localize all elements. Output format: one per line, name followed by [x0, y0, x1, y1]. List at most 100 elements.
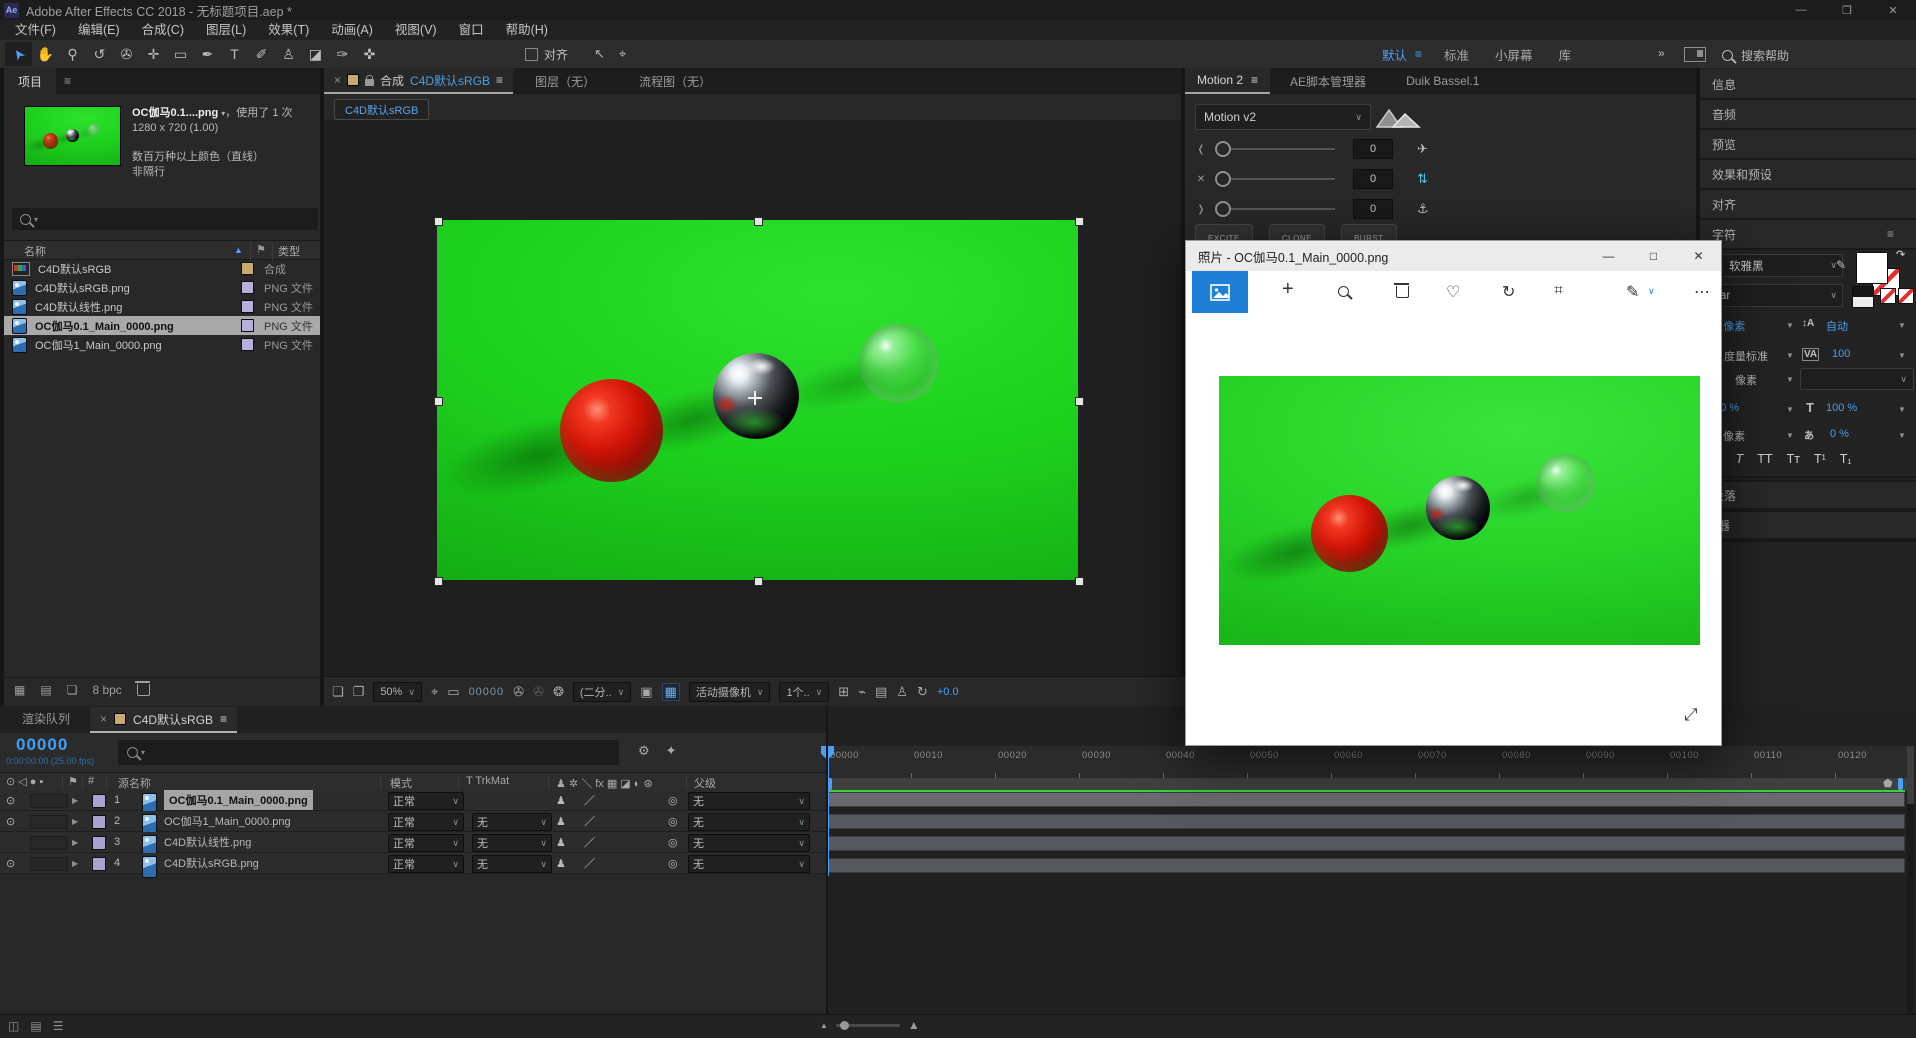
- mode-dropdown[interactable]: 正常∨: [388, 855, 464, 873]
- source-name-column[interactable]: 源名称: [118, 775, 151, 791]
- dropdown-arrow-icon[interactable]: ▼: [1786, 405, 1794, 414]
- no-fill-swatch[interactable]: [1880, 288, 1896, 304]
- dropdown-arrow-icon[interactable]: ▼: [1786, 431, 1794, 440]
- favorite-button[interactable]: ♡: [1446, 282, 1460, 302]
- project-search-input[interactable]: ▾: [12, 208, 318, 230]
- tab-duik[interactable]: Duik Bassel.1: [1386, 74, 1499, 88]
- layer-row[interactable]: ⊙▶4C4D默认sRGB.png正常∨无∨♟／◎无∨: [0, 853, 826, 874]
- minimize-button[interactable]: —: [1778, 0, 1824, 20]
- quality-switch[interactable]: ♟: [556, 790, 566, 810]
- panel-menu-icon[interactable]: ≡: [496, 73, 503, 87]
- pan-behind-tool[interactable]: ✛: [140, 42, 167, 66]
- visibility-toggle[interactable]: ⊙: [6, 811, 15, 831]
- grid-guides-icon[interactable]: ⌖: [431, 684, 438, 700]
- panel-header-paragraph[interactable]: 段落: [1700, 480, 1916, 510]
- draft-3d-icon[interactable]: ✦: [666, 743, 677, 759]
- panel-header-tracker[interactable]: 跟踪器: [1700, 510, 1916, 540]
- timeline-zoom-control[interactable]: ▲ ▲: [820, 1018, 920, 1032]
- magnification-dropdown[interactable]: 50%∨: [373, 682, 422, 702]
- tab-composition[interactable]: × 合成 C4D默认sRGB ≡: [324, 68, 513, 94]
- parent-pickwhip[interactable]: ◎: [668, 832, 678, 852]
- maximize-button[interactable]: □: [1631, 241, 1676, 271]
- comp-marker-bin-icon[interactable]: ⬟: [1883, 778, 1893, 790]
- zoom-button[interactable]: [1338, 286, 1349, 297]
- slider-knob[interactable]: [1215, 141, 1231, 157]
- project-file-row[interactable]: C4D默认线性.pngPNG 文件: [4, 297, 320, 316]
- menu-item[interactable]: 动画(A): [320, 20, 384, 40]
- add-to-album-button[interactable]: +: [1282, 278, 1294, 301]
- mode-column[interactable]: 模式: [390, 775, 412, 791]
- minimize-button[interactable]: —: [1586, 241, 1631, 271]
- selection-handle[interactable]: [754, 577, 763, 586]
- snap-checkbox[interactable]: [525, 48, 538, 61]
- camera-view-dropdown[interactable]: 活动摄像机∨: [689, 682, 771, 702]
- primary-viewer-icon[interactable]: ❐: [353, 684, 365, 700]
- menu-item[interactable]: 图层(L): [195, 20, 257, 40]
- puppet-pin-tool[interactable]: ✜: [356, 42, 383, 66]
- interpret-footage-icon[interactable]: ❏: [67, 683, 78, 697]
- menu-item[interactable]: 文件(F): [4, 20, 67, 40]
- label-chip[interactable]: [241, 262, 254, 275]
- effects-switch[interactable]: ／: [584, 832, 595, 852]
- visibility-toggle[interactable]: ⊙: [6, 790, 15, 810]
- lock-icon[interactable]: [365, 79, 374, 86]
- timeline-button-icon[interactable]: ▤: [875, 684, 887, 700]
- column-name[interactable]: 名称: [24, 243, 46, 259]
- hand-tool[interactable]: ✋: [32, 42, 59, 66]
- layer-name[interactable]: OC伽马0.1_Main_0000.png: [164, 790, 313, 810]
- type-style-button[interactable]: T¹: [1814, 452, 1826, 466]
- layer-name[interactable]: OC伽马1_Main_0000.png: [164, 811, 291, 831]
- tab-motion2[interactable]: Motion 2 ≡: [1185, 68, 1270, 94]
- dropdown-arrow-icon[interactable]: ▼: [1786, 375, 1794, 384]
- panel-menu-icon[interactable]: ≡: [1887, 227, 1894, 241]
- image-view-button[interactable]: [1192, 271, 1248, 313]
- leading-value[interactable]: 自动: [1826, 318, 1848, 334]
- delete-button[interactable]: [1396, 286, 1409, 298]
- selection-handle[interactable]: [1075, 577, 1084, 586]
- tab-script-manager[interactable]: AE脚本管理器: [1270, 73, 1386, 90]
- close-button[interactable]: ✕: [1870, 0, 1916, 20]
- panel-header-信息[interactable]: 信息: [1700, 70, 1916, 100]
- panel-header-效果和预设[interactable]: 效果和预设: [1700, 160, 1916, 190]
- workspace-默认[interactable]: 默认: [1382, 45, 1407, 64]
- rotate-button[interactable]: ↻: [1502, 282, 1515, 302]
- region-of-interest-icon[interactable]: ▣: [640, 684, 652, 700]
- layer-expander[interactable]: ▶: [72, 832, 78, 852]
- timeline-scrollbar[interactable]: [1907, 746, 1914, 1014]
- eraser-tool[interactable]: ◪: [302, 42, 329, 66]
- panel-header-对齐[interactable]: 对齐: [1700, 190, 1916, 220]
- crop-button[interactable]: ⌗: [1554, 282, 1563, 300]
- viewer-timecode[interactable]: 00000: [469, 686, 505, 698]
- slider-value[interactable]: 0: [1353, 199, 1393, 219]
- menu-item[interactable]: 窗口: [448, 20, 495, 40]
- toolbar-extra-icon[interactable]: ↖: [594, 46, 605, 62]
- slider-knob[interactable]: [1215, 171, 1231, 187]
- font-style-dropdown[interactable]: ular ∨: [1705, 284, 1843, 307]
- workspace-标准[interactable]: 标准: [1444, 45, 1469, 64]
- timeline-ruler[interactable]: 0000000010000200003000040000500006000070…: [827, 746, 1910, 779]
- parent-pickwhip[interactable]: ◎: [668, 853, 678, 873]
- current-time-display[interactable]: 00000: [16, 735, 68, 755]
- dropdown-arrow-icon[interactable]: ▼: [1898, 351, 1906, 360]
- shape-tool[interactable]: ▭: [167, 42, 194, 66]
- view-layout-dropdown[interactable]: 1个..∨: [779, 682, 829, 702]
- slider-knob[interactable]: [1215, 201, 1231, 217]
- layer-label-chip[interactable]: [92, 794, 106, 808]
- work-area-end-handle[interactable]: [1898, 778, 1903, 790]
- type-style-button[interactable]: Tᴛ: [1787, 452, 1800, 466]
- zoom-slider[interactable]: [836, 1024, 900, 1027]
- reset-exposure-icon[interactable]: ↻: [917, 684, 928, 700]
- photos-image-view[interactable]: [1219, 376, 1700, 645]
- dropdown-arrow-icon[interactable]: ▼: [1898, 431, 1906, 440]
- exposure-value[interactable]: +0.0: [937, 686, 959, 698]
- close-icon[interactable]: ×: [334, 73, 341, 87]
- project-flowchart-icon[interactable]: ▦: [14, 683, 25, 697]
- snap-control[interactable]: 对齐: [525, 46, 568, 63]
- effects-switch[interactable]: ／: [584, 853, 595, 873]
- layer-name[interactable]: C4D默认线性.png: [164, 832, 251, 852]
- chevron-down-icon[interactable]: ∨: [1648, 286, 1655, 297]
- layer-expander[interactable]: ▶: [72, 853, 78, 873]
- edit-create-button[interactable]: ✎: [1626, 282, 1639, 302]
- panel-menu-icon[interactable]: ≡: [64, 74, 71, 88]
- pen-tool[interactable]: ✒: [194, 42, 221, 66]
